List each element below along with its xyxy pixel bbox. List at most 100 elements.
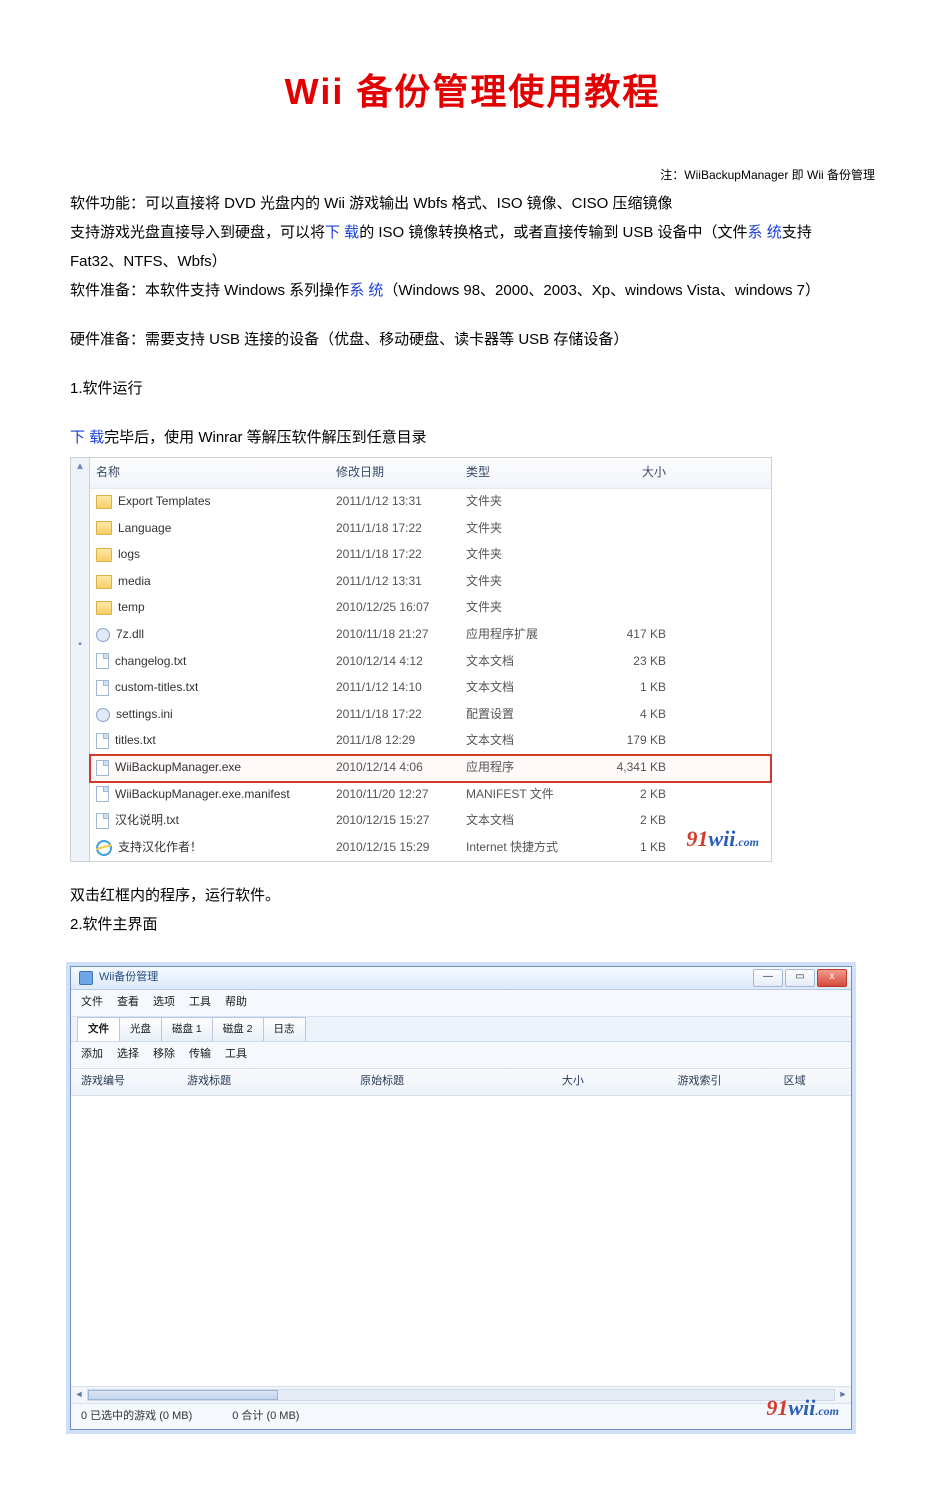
col-game-title[interactable]: 游戏标题 (177, 1072, 350, 1092)
text: （Windows 98、2000、2003、Xp、windows Vista、w… (383, 282, 820, 299)
col-index[interactable]: 游戏索引 (668, 1072, 774, 1092)
file-name: WiiBackupManager.exe.manifest (115, 784, 290, 806)
file-date: 2010/11/18 21:27 (336, 624, 466, 646)
col-orig-title[interactable]: 原始标题 (350, 1072, 552, 1092)
system-link-2[interactable]: 系 统 (349, 282, 383, 299)
toolbar-item[interactable]: 选择 (117, 1045, 139, 1065)
status-bar: 0 已选中的游戏 (0 MB) 0 合计 (0 MB) 91wii.com (71, 1404, 851, 1430)
file-size: 179 KB (586, 730, 696, 752)
col-size[interactable]: 大小 (552, 1072, 668, 1092)
minimize-button[interactable]: — (753, 969, 783, 987)
file-row[interactable]: Language2011/1/18 17:22文件夹 (90, 516, 771, 543)
file-date: 2010/12/15 15:27 (336, 810, 466, 832)
menu-item[interactable]: 选项 (153, 993, 175, 1013)
file-row[interactable]: custom-titles.txt2011/1/12 14:10文本文档1 KB (90, 675, 771, 702)
file-type: MANIFEST 文件 (466, 784, 586, 806)
col-name[interactable]: 名称 (96, 462, 336, 484)
watermark-91: 91 (766, 1395, 788, 1420)
watermark: 91wii.com (686, 819, 759, 859)
menu-item[interactable]: 查看 (117, 993, 139, 1013)
file-name: 7z.dll (116, 624, 144, 646)
file-type: 文件夹 (466, 597, 586, 619)
note: 注：WiiBackupManager 即 Wii 备份管理 (70, 165, 875, 187)
file-date: 2011/1/8 12:29 (336, 730, 466, 752)
file-type: 配置设置 (466, 704, 586, 726)
file-icon (96, 813, 109, 829)
download-link[interactable]: 下 载 (325, 224, 359, 241)
col-date[interactable]: 修改日期 (336, 462, 466, 484)
scroll-up-icon[interactable]: ▲ (71, 458, 89, 476)
scroll-track[interactable] (87, 1389, 835, 1401)
file-type: 文本文档 (466, 651, 586, 673)
file-row[interactable]: 汉化说明.txt2010/12/15 15:27文本文档2 KB (90, 808, 771, 835)
scroll-thumb[interactable] (88, 1390, 278, 1400)
scrollbar[interactable]: ▲ ▪ (71, 458, 90, 861)
file-size: 1 KB (586, 677, 696, 699)
file-row[interactable]: media2011/1/12 13:31文件夹 (90, 569, 771, 596)
file-name: Language (118, 518, 171, 540)
file-row[interactable]: WiiBackupManager.exe.manifest2010/11/20 … (90, 782, 771, 809)
file-date: 2011/1/18 17:22 (336, 704, 466, 726)
intro-func: 软件功能：可以直接将 DVD 光盘内的 Wii 游戏输出 Wbfs 格式、ISO… (70, 190, 875, 217)
col-region[interactable]: 区域 (774, 1072, 851, 1092)
toolbar-item[interactable]: 添加 (81, 1045, 103, 1065)
file-name: temp (118, 597, 145, 619)
file-name: media (118, 571, 151, 593)
text: 的 ISO 镜像转换格式，或者直接传输到 USB 设备中（文件 (359, 224, 747, 241)
file-name: logs (118, 544, 140, 566)
system-link[interactable]: 系 统 (748, 224, 782, 241)
list-body (71, 1096, 851, 1387)
file-row[interactable]: temp2010/12/25 16:07文件夹 (90, 595, 771, 622)
file-row[interactable]: WiiBackupManager.exe2010/12/14 4:06应用程序4… (90, 755, 771, 782)
file-name: settings.ini (116, 704, 173, 726)
col-type[interactable]: 类型 (466, 462, 586, 484)
file-list-header: 名称 修改日期 类型 大小 (90, 458, 771, 489)
text: 支持 (782, 224, 812, 241)
folder-icon (96, 521, 112, 535)
file-type: 文件夹 (466, 518, 586, 540)
scroll-marker-icon: ▪ (71, 636, 89, 654)
file-type: 应用程序扩展 (466, 624, 586, 646)
file-icon (96, 786, 109, 802)
file-date: 2011/1/12 13:31 (336, 571, 466, 593)
menu-item[interactable]: 文件 (81, 993, 103, 1013)
horizontal-scrollbar[interactable]: ◄ ► (71, 1387, 851, 1404)
file-icon (96, 680, 109, 696)
close-button[interactable]: x (817, 969, 847, 987)
tab[interactable]: 磁盘 1 (161, 1017, 213, 1041)
folder-icon (96, 601, 112, 615)
tab[interactable]: 日志 (263, 1017, 306, 1041)
file-row[interactable]: changelog.txt2010/12/14 4:12文本文档23 KB (90, 649, 771, 676)
file-row[interactable]: settings.ini2011/1/18 17:22配置设置4 KB (90, 702, 771, 729)
file-size: 23 KB (586, 651, 696, 673)
file-row[interactable]: titles.txt2011/1/8 12:29文本文档179 KB (90, 728, 771, 755)
scroll-left-icon[interactable]: ◄ (71, 1386, 87, 1402)
download-link-2[interactable]: 下 载 (70, 429, 104, 446)
maximize-button[interactable]: ▭ (785, 969, 815, 987)
window-title: Wii备份管理 (99, 968, 158, 988)
file-row[interactable]: Export Templates2011/1/12 13:31文件夹 (90, 489, 771, 516)
tab[interactable]: 磁盘 2 (212, 1017, 264, 1041)
tab[interactable]: 文件 (77, 1017, 120, 1041)
file-name: changelog.txt (115, 651, 186, 673)
file-name: 支持汉化作者！ (118, 837, 202, 859)
file-name: Export Templates (118, 491, 211, 513)
menu-item[interactable]: 帮助 (225, 993, 247, 1013)
file-date: 2011/1/18 17:22 (336, 544, 466, 566)
toolbar-item[interactable]: 工具 (225, 1045, 247, 1065)
file-row[interactable]: 支持汉化作者！2010/12/15 15:29Internet 快捷方式1 KB (90, 835, 771, 862)
toolbar-item[interactable]: 移除 (153, 1045, 175, 1065)
toolbar-item[interactable]: 传输 (189, 1045, 211, 1065)
menu-item[interactable]: 工具 (189, 993, 211, 1013)
file-type: 应用程序 (466, 757, 586, 779)
watermark-com: .com (815, 1404, 839, 1418)
file-row[interactable]: 7z.dll 2010/11/18 21:27应用程序扩展417 KB (90, 622, 771, 649)
file-size: 417 KB (586, 624, 696, 646)
col-size[interactable]: 大小 (586, 462, 696, 484)
tab[interactable]: 光盘 (119, 1017, 162, 1041)
text: 软件准备：本软件支持 Windows 系列操作 (70, 282, 349, 299)
file-row[interactable]: logs2011/1/18 17:22文件夹 (90, 542, 771, 569)
col-game-id[interactable]: 游戏编号 (71, 1072, 177, 1092)
text: 完毕后，使用 Winrar 等解压软件解压到任意目录 (104, 429, 427, 446)
file-explorer-screenshot: ▲ ▪ 名称 修改日期 类型 大小 Export Templates2011/1… (70, 457, 772, 862)
